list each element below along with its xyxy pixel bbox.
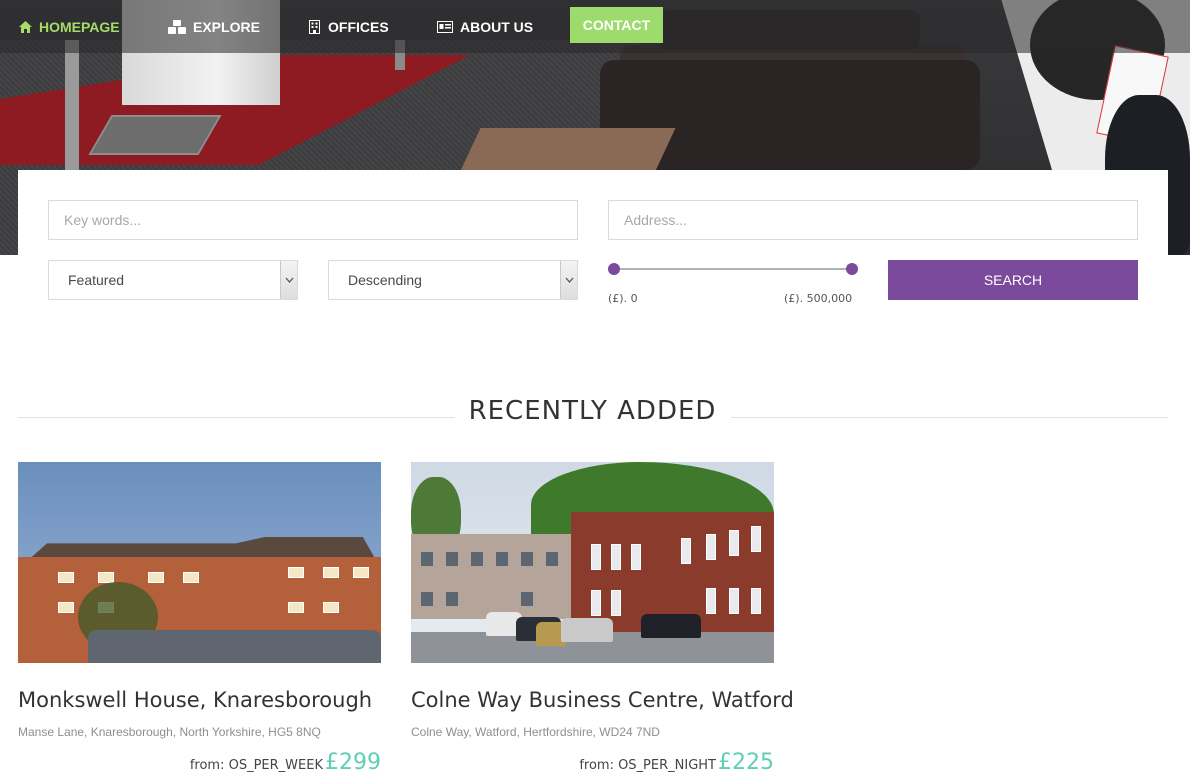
search-panel: [18, 170, 1168, 335]
sort-order-select[interactable]: Descending: [328, 260, 578, 300]
listing-price: from: OS_PER_NIGHT £225: [579, 750, 774, 775]
building-icon: [307, 19, 321, 34]
nav-item-homepage[interactable]: Homepage: [18, 0, 120, 53]
listing-title[interactable]: Monkswell House, Knaresborough: [18, 688, 372, 712]
price-min-handle[interactable]: [608, 263, 620, 275]
nav-label: Homepage: [39, 18, 120, 35]
nav-label: Offices: [328, 18, 389, 35]
divider: [731, 417, 1168, 418]
listing-photo[interactable]: [18, 462, 381, 663]
section-title: RECENTLY ADDED: [468, 396, 717, 426]
keywords-input[interactable]: Key words...: [48, 200, 578, 240]
listing-price: from: OS_PER_WEEK £299: [190, 750, 381, 775]
sort-field-value: Featured: [68, 272, 125, 288]
chevron-down-icon: [280, 261, 297, 299]
chevron-down-icon: [560, 261, 577, 299]
nav-item-explore[interactable]: Explore: [168, 0, 260, 53]
listing-photo[interactable]: [411, 462, 774, 663]
search-button[interactable]: SEARCH: [888, 260, 1138, 300]
listing-card: Monkswell House, Knaresborough Manse Lan…: [18, 462, 381, 775]
contact-button[interactable]: Contact: [570, 7, 663, 43]
listing-card: Colne Way Business Centre, Watford Colne…: [411, 462, 794, 775]
listing-address: Manse Lane, Knaresborough, North Yorkshi…: [18, 725, 321, 739]
price-range-slider[interactable]: [613, 268, 853, 270]
nav-item-offices[interactable]: Offices: [307, 0, 389, 53]
sort-field-select[interactable]: Featured: [48, 260, 298, 300]
top-navigation: Homepage Explore Offices About us Contac…: [0, 0, 1190, 53]
sort-order-value: Descending: [348, 272, 422, 288]
home-icon: [18, 20, 32, 34]
price-max-handle[interactable]: [846, 263, 858, 275]
price-from-label: from: OS_PER_WEEK: [189, 758, 323, 773]
price-amount: £299: [325, 750, 381, 775]
address-input[interactable]: Address...: [608, 200, 1138, 240]
listing-title[interactable]: Colne Way Business Centre, Watford: [411, 688, 794, 712]
cubes-icon: [168, 19, 186, 34]
price-from-label: from: OS_PER_NIGHT: [579, 758, 716, 773]
price-max-label: (£). 500,000: [784, 292, 853, 305]
nav-item-about-us[interactable]: About us: [437, 0, 533, 53]
id-card-icon: [437, 20, 453, 34]
divider: [18, 417, 455, 418]
listing-address: Colne Way, Watford, Hertfordshire, WD24 …: [411, 725, 660, 739]
nav-label: Explore: [193, 18, 260, 35]
price-amount: £225: [718, 750, 774, 775]
price-min-label: (£). 0: [608, 292, 638, 305]
nav-label: About us: [460, 18, 534, 35]
